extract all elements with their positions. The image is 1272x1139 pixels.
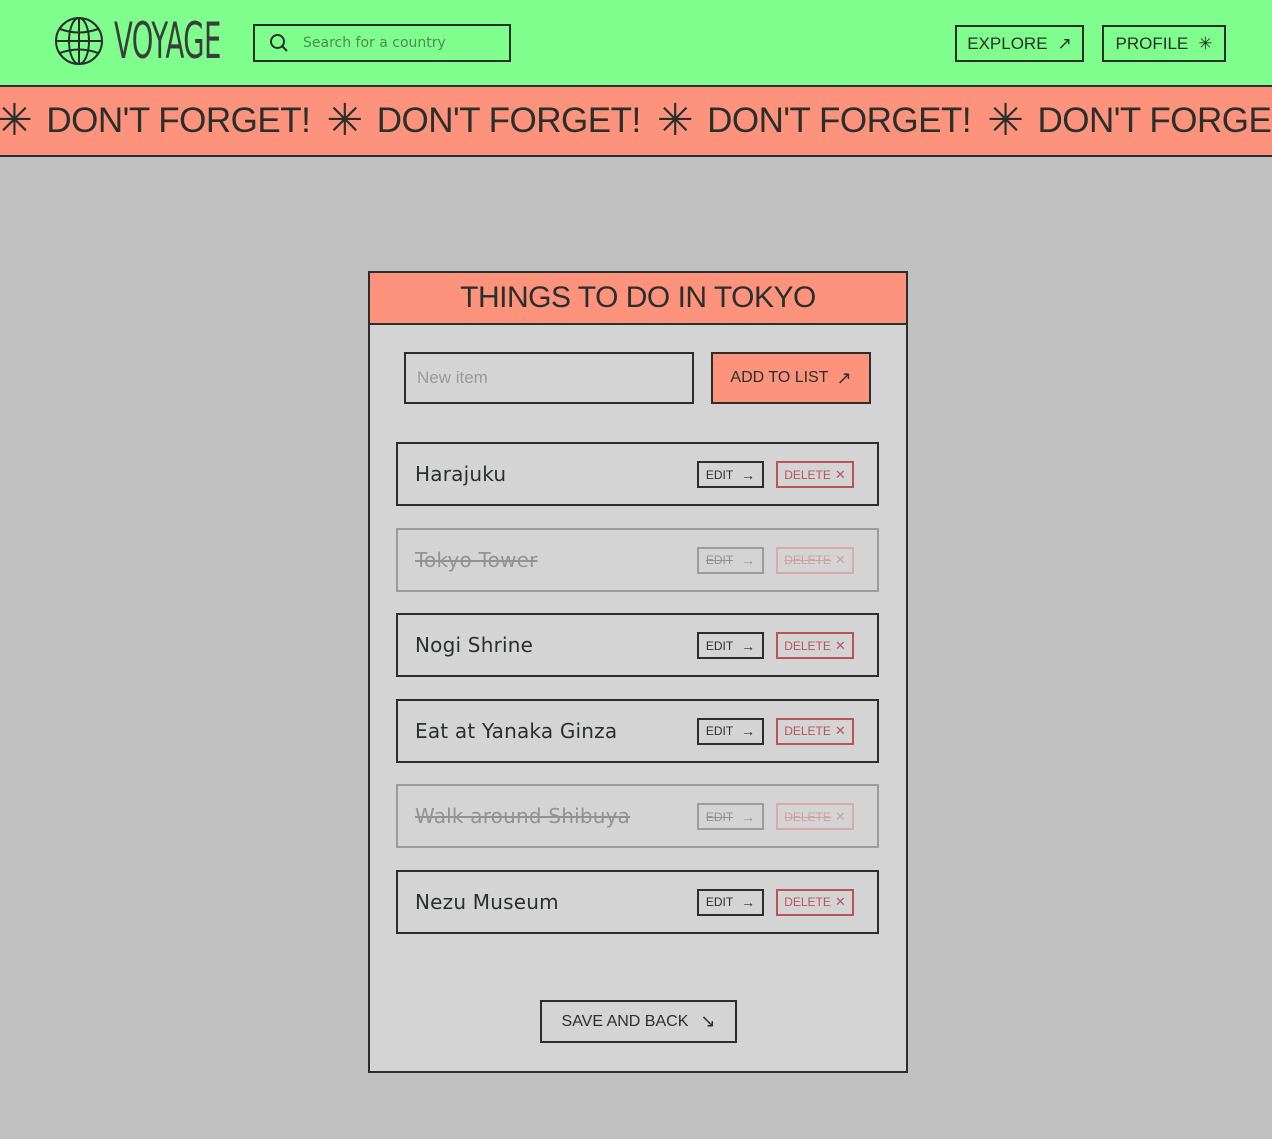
edit-label: EDIT bbox=[705, 809, 734, 824]
save-and-back-label: SAVE AND BACK bbox=[561, 1012, 689, 1030]
arrow-down-right-icon: ↘ bbox=[700, 1011, 716, 1031]
delete-button[interactable]: DELETE ✕ bbox=[776, 888, 854, 916]
marquee-track: ✳ DON'T FORGET! ✳ DON'T FORGET! ✳ DON'T … bbox=[0, 97, 1272, 145]
asterisk-icon: ✳ bbox=[987, 96, 1024, 145]
todo-item[interactable]: Tokyo Tower EDIT → DELETE ✕ bbox=[396, 527, 879, 592]
close-icon: ✕ bbox=[834, 808, 846, 824]
marquee-item: ✳ DON'T FORGET! bbox=[310, 96, 641, 145]
explore-button[interactable]: EXPLORE ↗ bbox=[955, 25, 1084, 62]
delete-label: DELETE bbox=[784, 553, 831, 567]
search-icon bbox=[270, 34, 288, 52]
todo-card: THINGS TO DO IN TOKYO ADD TO LIST ↗ Hara… bbox=[368, 271, 908, 1073]
search-box[interactable] bbox=[253, 24, 511, 62]
profile-button[interactable]: PROFILE ✳ bbox=[1102, 25, 1226, 62]
todo-item-label: Walk around Shibuya bbox=[415, 804, 631, 828]
new-item-input[interactable] bbox=[404, 352, 694, 404]
asterisk-icon: ✳ bbox=[656, 96, 694, 145]
arrow-right-icon: → bbox=[741, 637, 756, 654]
edit-button[interactable]: EDIT → bbox=[697, 717, 764, 745]
delete-label: DELETE bbox=[784, 638, 831, 653]
top-header: VOYAGE EXPLORE ↗ PROFILE ✳ bbox=[0, 0, 1272, 87]
search-input[interactable] bbox=[303, 35, 493, 51]
todo-item[interactable]: Nogi Shrine EDIT → DELETE ✕ bbox=[396, 613, 879, 677]
arrow-right-icon: → bbox=[741, 723, 756, 739]
edit-button[interactable]: EDIT → bbox=[697, 461, 764, 488]
reminder-marquee: ✳ DON'T FORGET! ✳ DON'T FORGET! ✳ DON'T … bbox=[0, 87, 1272, 157]
asterisk-icon: ✳ bbox=[1198, 33, 1213, 53]
close-icon: ✕ bbox=[834, 466, 846, 482]
close-icon: ✕ bbox=[834, 637, 846, 653]
close-icon: ✕ bbox=[834, 894, 846, 909]
marquee-text: DON'T FORGET! bbox=[1037, 101, 1272, 140]
edit-button[interactable]: EDIT → bbox=[697, 546, 764, 574]
todo-item[interactable]: Eat at Yanaka Ginza EDIT → DELETE ✕ bbox=[396, 698, 879, 763]
add-to-list-button[interactable]: ADD TO LIST ↗ bbox=[711, 352, 871, 404]
delete-button[interactable]: DELETE ✕ bbox=[776, 717, 854, 745]
asterisk-icon: ✳ bbox=[326, 96, 363, 145]
profile-label: PROFILE bbox=[1115, 33, 1189, 53]
marquee-item: ✳ DON'T FORGET! bbox=[971, 97, 1272, 145]
edit-button[interactable]: EDIT → bbox=[697, 888, 764, 916]
arrow-right-icon: → bbox=[741, 466, 756, 483]
todo-item-label: Eat at Yanaka Ginza bbox=[415, 718, 618, 743]
todo-item[interactable]: Nezu Museum EDIT → DELETE ✕ bbox=[396, 869, 879, 934]
delete-label: DELETE bbox=[784, 895, 831, 909]
todo-item-label: Nezu Museum bbox=[415, 889, 559, 914]
edit-label: EDIT bbox=[705, 895, 734, 909]
todo-item-label: Nogi Shrine bbox=[415, 633, 534, 657]
delete-label: DELETE bbox=[784, 724, 831, 738]
arrow-up-right-icon: ↗ bbox=[836, 367, 852, 388]
todo-item[interactable]: Harajuku EDIT → DELETE ✕ bbox=[396, 442, 879, 506]
edit-label: EDIT bbox=[705, 553, 734, 567]
delete-label: DELETE bbox=[784, 809, 831, 824]
todo-item-label: Tokyo Tower bbox=[415, 547, 538, 572]
save-and-back-button[interactable]: SAVE AND BACK ↘ bbox=[540, 1000, 737, 1043]
arrow-right-icon: → bbox=[741, 894, 756, 910]
brand-name: VOYAGE bbox=[114, 12, 221, 70]
asterisk-icon: ✳ bbox=[0, 99, 33, 143]
delete-button[interactable]: DELETE ✕ bbox=[776, 803, 854, 830]
marquee-text: DON'T FORGET! bbox=[46, 101, 311, 140]
todo-item-label: Harajuku bbox=[415, 462, 507, 486]
globe-icon bbox=[55, 17, 103, 65]
marquee-text: DON'T FORGET! bbox=[707, 101, 972, 140]
arrow-right-icon: → bbox=[741, 808, 756, 825]
edit-label: EDIT bbox=[705, 638, 734, 653]
delete-button[interactable]: DELETE ✕ bbox=[776, 632, 854, 659]
edit-label: EDIT bbox=[705, 467, 734, 482]
close-icon: ✕ bbox=[834, 552, 846, 567]
card-title: THINGS TO DO IN TOKYO bbox=[370, 273, 906, 325]
add-item-row: ADD TO LIST ↗ bbox=[404, 352, 871, 404]
edit-label: EDIT bbox=[705, 724, 734, 738]
marquee-text: DON'T FORGET! bbox=[376, 101, 641, 140]
marquee-item: ✳ DON'T FORGET! bbox=[0, 97, 311, 145]
edit-button[interactable]: EDIT → bbox=[697, 803, 764, 830]
todo-item[interactable]: Walk around Shibuya EDIT → DELETE ✕ bbox=[396, 784, 879, 848]
explore-label: EXPLORE bbox=[967, 33, 1048, 53]
delete-label: DELETE bbox=[784, 467, 831, 482]
marquee-item: ✳ DON'T FORGET! bbox=[641, 96, 972, 145]
edit-button[interactable]: EDIT → bbox=[697, 632, 764, 659]
delete-button[interactable]: DELETE ✕ bbox=[776, 461, 854, 488]
todo-list: Harajuku EDIT → DELETE ✕ Tokyo Tower EDIT → DELE… bbox=[396, 442, 879, 955]
arrow-right-icon: → bbox=[741, 552, 756, 568]
close-icon: ✕ bbox=[834, 723, 846, 738]
add-to-list-label: ADD TO LIST bbox=[730, 369, 829, 386]
delete-button[interactable]: DELETE ✕ bbox=[776, 546, 854, 574]
arrow-up-right-icon: ↗ bbox=[1057, 33, 1072, 53]
